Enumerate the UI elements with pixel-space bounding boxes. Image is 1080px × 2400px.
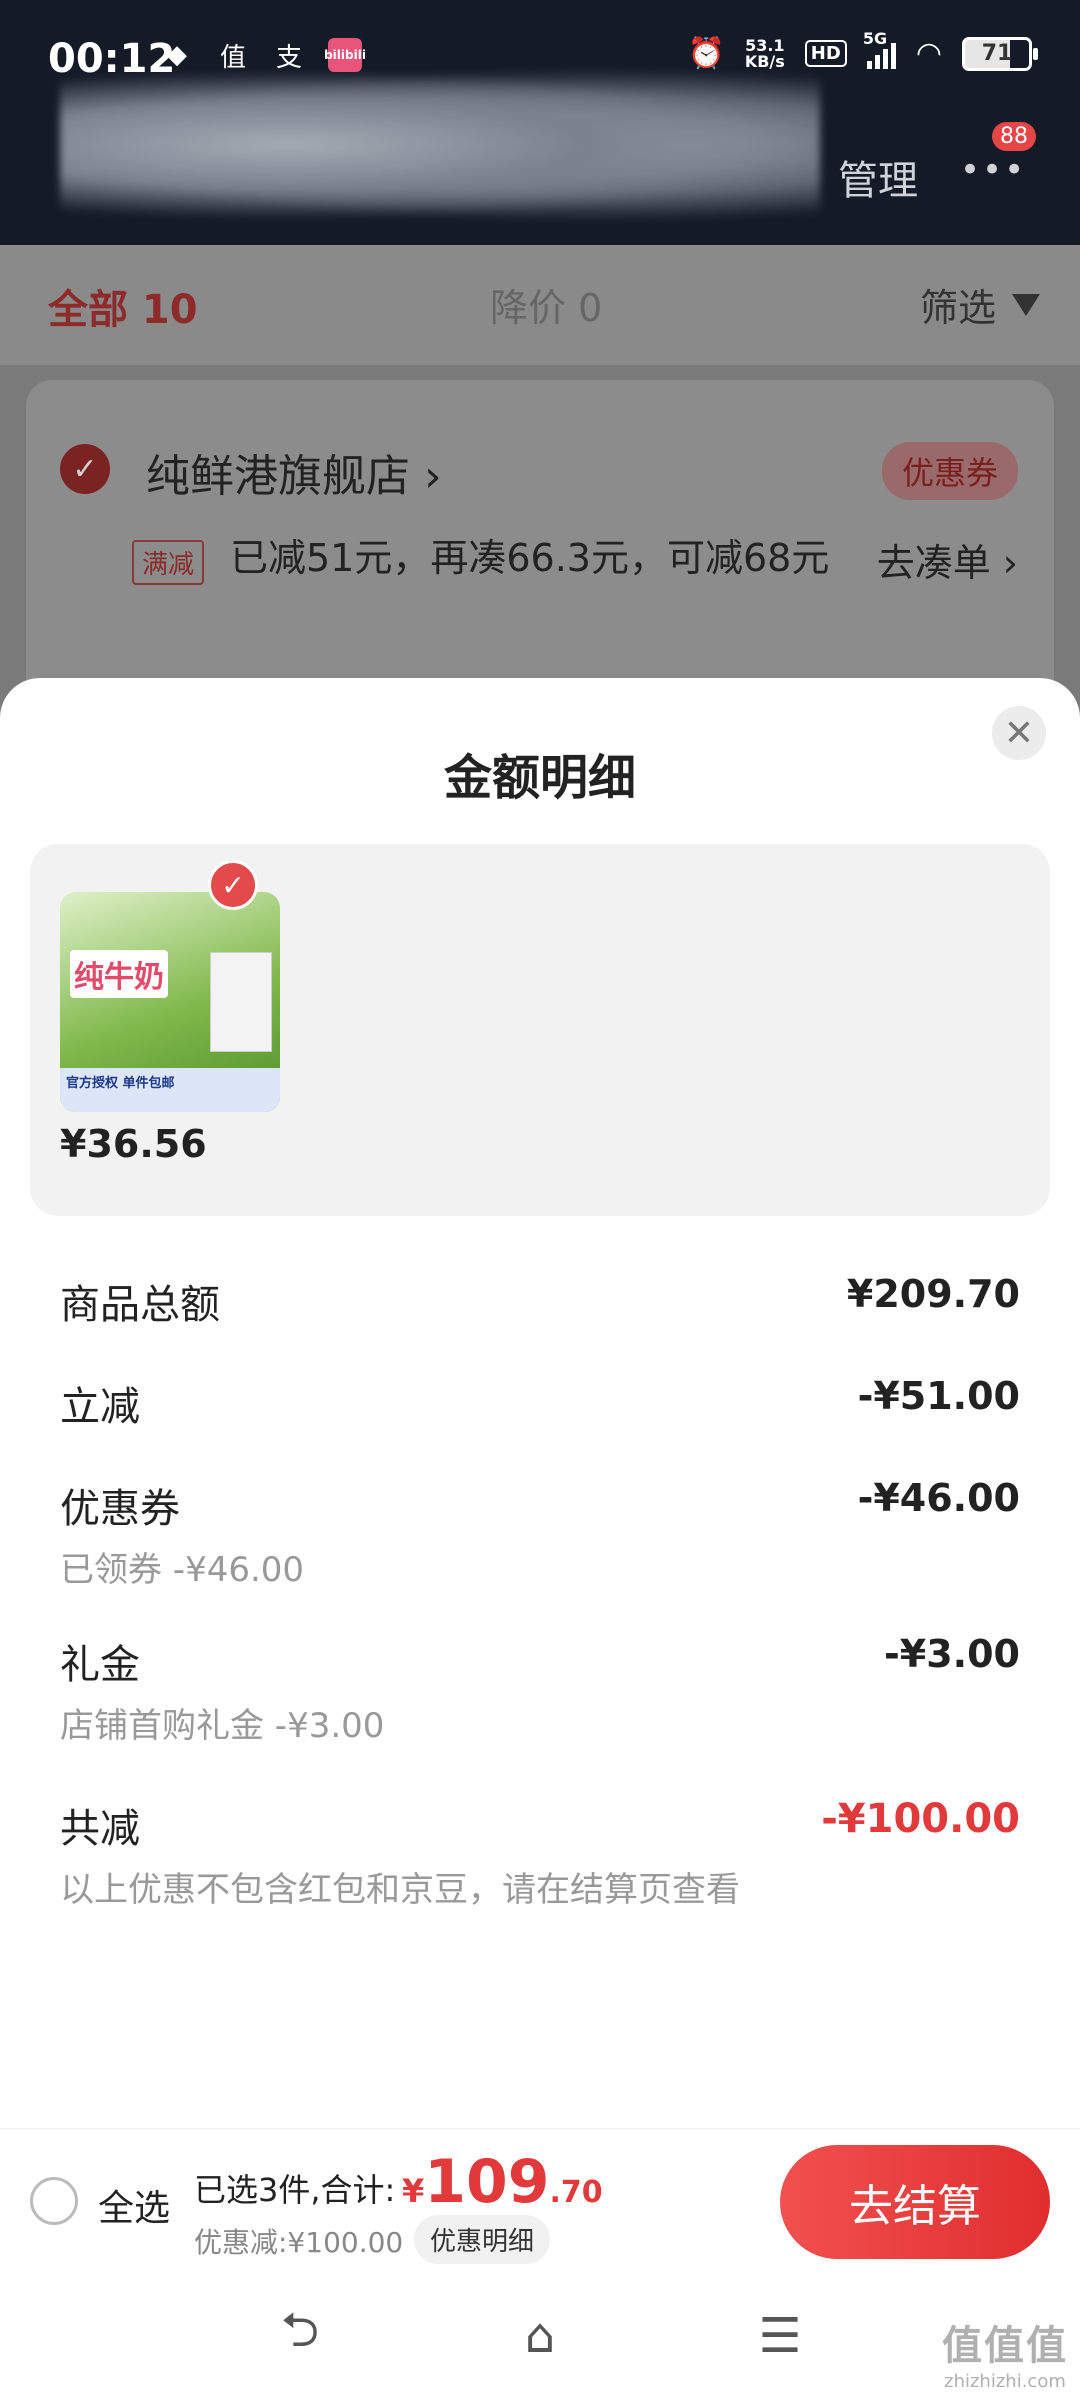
product-summary: 纯牛奶 官方授权 单件包邮 ✓ ¥36.56 <box>30 844 1050 1216</box>
signal-icon: 5G <box>863 29 896 69</box>
more-dots-icon: ••• <box>960 150 1027 190</box>
store-name[interactable]: 纯鲜港旗舰店 › <box>146 440 442 504</box>
back-icon[interactable]: ⮌ <box>260 2302 340 2366</box>
coupon-tag[interactable]: 优惠券 <box>881 442 1018 500</box>
row-sum-label: 共减 <box>60 1806 140 1852</box>
system-nav-bar: ⮌ ⌂ ☰ 值值值 zhizhizhi.com <box>0 2276 1080 2400</box>
row-sum-value: -¥100.00 <box>821 1796 1020 1842</box>
hd-icon: HD <box>804 40 847 67</box>
row-coupon-label: 优惠券 <box>60 1486 180 1532</box>
manage-button[interactable]: 管理 <box>838 148 918 206</box>
total-currency: ¥ <box>402 2172 425 2210</box>
funnel-icon <box>1012 293 1040 316</box>
total-price-dec: .70 <box>549 2175 603 2210</box>
row-gift: 礼金 -¥3.00 店铺首购礼金 -¥3.00 <box>60 1632 1020 1752</box>
more-button[interactable]: ••• 88 <box>960 122 1036 190</box>
row-sum: 共减 -¥100.00 以上优惠不包含红包和京豆，请在结算页查看 <box>60 1796 1020 1916</box>
thumb-product-text: 纯牛奶 <box>70 950 168 998</box>
row-total-value: ¥209.70 <box>846 1272 1020 1316</box>
row-gift-value: -¥3.00 <box>884 1632 1020 1676</box>
message-badge: 88 <box>992 122 1036 151</box>
row-gift-sub: 店铺首购礼金 -¥3.00 <box>60 1706 385 1746</box>
wifi-icon: ◠ <box>915 36 942 71</box>
zhide-icon: 值 <box>219 42 246 73</box>
row-gift-label: 礼金 <box>60 1642 140 1688</box>
watermark: 值值值 zhizhizhi.com <box>942 2313 1068 2392</box>
close-button[interactable]: ✕ <box>992 706 1046 760</box>
menu-icon[interactable]: ☰ <box>740 2306 820 2366</box>
system-indicators: ⏰ 53.1 KB/s HD 5G ◠ 71 <box>687 29 1038 71</box>
promo-text: 已减51元，再凑66.3元，可减68元 <box>230 536 830 580</box>
filter-label: 筛选 <box>919 286 996 330</box>
net-speed-unit: KB/s <box>744 51 785 71</box>
tab-price-drop[interactable]: 降价 0 <box>490 277 602 332</box>
cart-tabs: 全部 10 降价 0 筛选 <box>0 245 1080 365</box>
product-thumbnail[interactable]: 纯牛奶 官方授权 单件包邮 <box>60 892 280 1112</box>
net-speed: 53.1 KB/s <box>744 37 785 71</box>
network-label: 5G <box>862 28 888 48</box>
amount-detail-sheet: 金额明细 ✕ 纯牛奶 官方授权 单件包邮 ✓ ¥36.56 商品总额 ¥209.… <box>0 678 1080 2128</box>
total-price: ¥109.70 <box>402 2147 603 2217</box>
selected-count: 已选3件,合计: <box>194 2171 396 2209</box>
home-icon[interactable]: ⌂ <box>500 2306 580 2366</box>
tab-all[interactable]: 全部 10 <box>48 277 198 335</box>
select-all-radio[interactable] <box>30 2177 78 2225</box>
row-coupon-value: -¥46.00 <box>857 1476 1020 1520</box>
row-coupon-sub: 已领券 -¥46.00 <box>60 1550 305 1590</box>
alipay-icon: 支 <box>275 42 302 73</box>
row-instant: 立减 -¥51.00 <box>60 1374 1020 1434</box>
row-total-label: 商品总额 <box>60 1282 220 1328</box>
alarm-icon: ⏰ <box>687 36 725 71</box>
battery-icon: 71 <box>962 36 1038 71</box>
qq-icon: ◆ <box>167 40 187 70</box>
select-all-label[interactable]: 全选 <box>98 2179 170 2231</box>
product-price: ¥36.56 <box>60 1122 207 1166</box>
row-sum-note: 以上优惠不包含红包和京豆，请在结算页查看 <box>60 1870 740 1910</box>
notification-icons: ◆ 值 支 bilibili <box>160 38 366 73</box>
checkout-bar: 全选 已选3件,合计: ¥109.70 优惠减:¥100.00 优惠明细 去结算 <box>0 2128 1080 2276</box>
pink-app-icon: bilibili <box>324 38 366 72</box>
sheet-title: 金额明细 <box>443 750 636 806</box>
add-more-button[interactable]: 去凑单 › <box>877 532 1018 587</box>
watermark-url: zhizhizhi.com <box>944 2371 1066 2392</box>
store-checkbox[interactable]: ✓ <box>60 444 110 494</box>
discount-text: 优惠减:¥100.00 <box>194 2226 404 2259</box>
checkout-button[interactable]: 去结算 <box>780 2145 1050 2259</box>
row-instant-label: 立减 <box>60 1384 140 1430</box>
store-card: ✓ 纯鲜港旗舰店 › 优惠券 满减 已减51元，再凑66.3元，可减68元 去凑… <box>26 380 1054 720</box>
thumb-milk-box <box>210 952 272 1052</box>
product-selected-check-icon: ✓ <box>208 860 258 910</box>
watermark-logo: 值值值 <box>942 2323 1068 2369</box>
row-instant-value: -¥51.00 <box>857 1374 1020 1418</box>
thumb-badge: 官方授权 单件包邮 <box>60 1068 280 1112</box>
top-header: 00:12 ◆ 值 支 bilibili ⏰ 53.1 KB/s HD 5G ◠… <box>0 0 1080 245</box>
redacted-search-area <box>60 70 820 220</box>
discount-detail-button[interactable]: 优惠明细 <box>414 2215 551 2264</box>
row-coupon: 优惠券 -¥46.00 已领券 -¥46.00 <box>60 1476 1020 1596</box>
promo-tag: 满减 <box>132 540 205 585</box>
total-price-int: 109 <box>424 2147 550 2217</box>
row-total: 商品总额 ¥209.70 <box>60 1272 1020 1332</box>
filter-button[interactable]: 筛选 <box>920 277 1040 332</box>
